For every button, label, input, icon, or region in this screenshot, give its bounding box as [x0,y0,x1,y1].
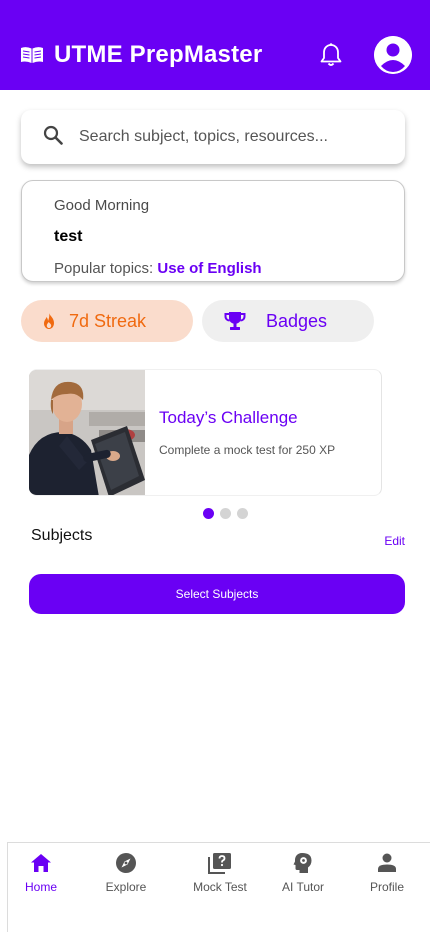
user-name: test [54,228,83,245]
challenge-photo [29,370,145,495]
carousel-indicator [203,508,248,519]
app-screen: UTME PrepMaster Good Mornin [0,0,430,932]
account-circle-icon[interactable] [374,36,412,74]
app-header: UTME PrepMaster [0,0,430,90]
search-icon [43,125,63,150]
bottom-navigation: Home Explore Mock Test AI Tutor Profile [7,842,430,932]
nav-item-mock-test[interactable]: Mock Test [178,843,262,932]
edit-subjects-link[interactable]: Edit [384,534,405,548]
select-subjects-button[interactable]: Select Subjects [29,574,405,614]
badges-label: Badges [266,310,328,331]
open-book-icon [20,45,46,65]
search-input[interactable] [79,128,379,146]
bell-icon[interactable] [318,42,344,68]
person-icon [377,851,397,875]
nav-label-explore: Explore [105,880,147,894]
carousel-dot-2[interactable] [220,508,231,519]
streak-label: 7d Streak [69,310,147,331]
home-icon [30,851,52,875]
quiz-icon [208,851,232,875]
compass-icon [115,851,137,875]
nav-item-profile[interactable]: Profile [344,843,430,932]
subjects-heading: Subjects [31,527,93,544]
challenge-title: Today’s Challenge [159,408,298,427]
greeting-salutation: Good Morning [54,197,150,214]
streak-pill[interactable]: 7d Streak [21,300,193,342]
nav-label-mock-test: Mock Test [193,880,247,894]
badges-pill[interactable]: Badges [202,300,374,342]
nav-item-ai-tutor[interactable]: AI Tutor [262,843,344,932]
challenge-description: Complete a mock test for 250 XP [159,443,336,457]
brain-head-icon [293,851,313,875]
nav-item-explore[interactable]: Explore [74,843,178,932]
challenge-card[interactable]: Today’s Challenge Complete a mock test f… [29,369,382,496]
search-bar[interactable] [21,110,405,164]
nav-label-profile: Profile [369,880,404,894]
nav-item-home[interactable]: Home [8,843,74,932]
fire-icon [41,312,57,330]
carousel-dot-1[interactable] [203,508,214,519]
popular-topics: Popular topics: Use of English [54,260,404,277]
popular-topics-label: Popular topics: [54,260,154,277]
challenge-text: Today’s Challenge Complete a mock test f… [145,370,335,495]
trophy-icon [224,310,246,332]
nav-label-home: Home [24,880,57,894]
app-title: UTME PrepMaster [54,41,263,68]
carousel-dot-3[interactable] [237,508,248,519]
popular-topic-link[interactable]: Use of English [157,260,261,277]
greeting-card: Good Morning test Popular topics: Use of… [21,180,405,282]
nav-label-ai-tutor: AI Tutor [281,880,325,894]
